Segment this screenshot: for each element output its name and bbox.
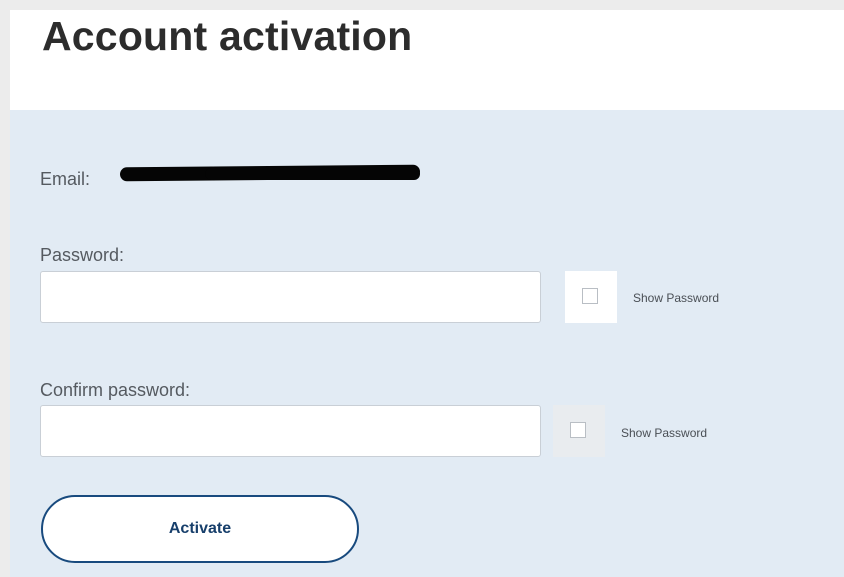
activate-button[interactable]: Activate — [41, 495, 359, 563]
confirm-show-password-label: Show Password — [621, 426, 708, 440]
password-label: Password: — [40, 245, 125, 265]
confirm-show-password-toggle-area[interactable] — [553, 405, 605, 457]
page-title: Account activation — [42, 13, 413, 59]
show-password-label: Show Password — [633, 291, 720, 305]
confirm-password-label: Confirm password: — [40, 380, 191, 400]
page-header: Account activation — [10, 10, 844, 110]
confirm-password-input[interactable] — [40, 405, 541, 457]
show-password-checkbox[interactable] — [582, 288, 598, 304]
account-activation-card: Account activation Email: Password: Show… — [10, 10, 844, 577]
show-password-toggle-area[interactable] — [565, 271, 617, 323]
activation-form-panel: Email: Password: Show Password Confirm p… — [10, 110, 844, 577]
confirm-show-password-checkbox[interactable] — [570, 422, 586, 438]
password-input[interactable] — [40, 271, 541, 323]
redacted-email-mark-overlay — [205, 168, 420, 180]
email-label: Email: — [40, 169, 91, 189]
